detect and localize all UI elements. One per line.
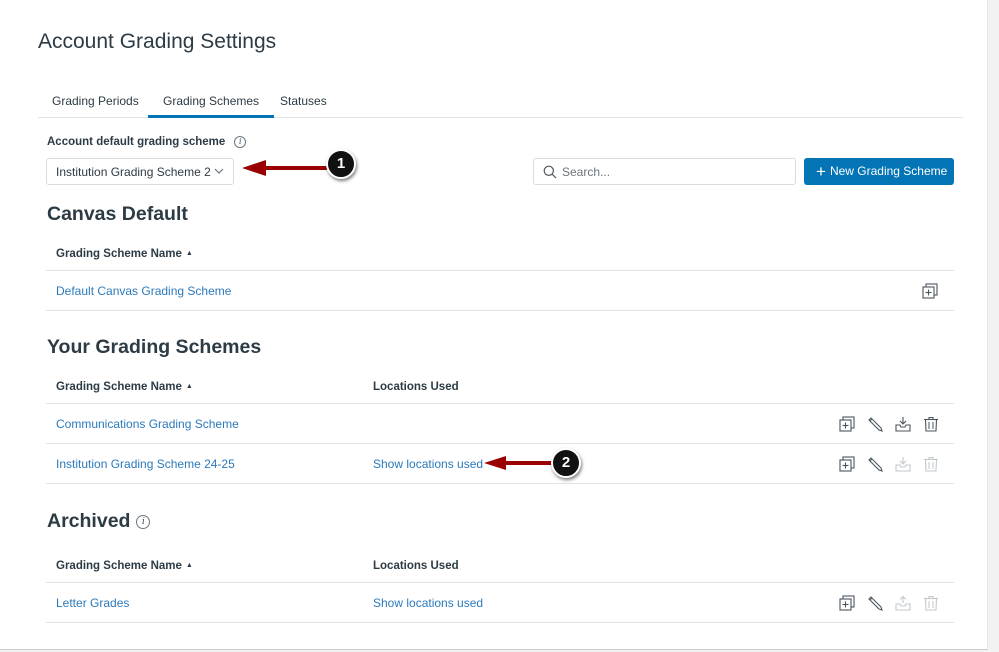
archived-table: Grading Scheme Name ▲ Locations Used Lett… — [46, 549, 954, 623]
duplicate-icon — [839, 456, 855, 472]
canvas-default-table: Grading Scheme Name ▲ Default Canvas Grad… — [46, 237, 954, 311]
scheme-name-link[interactable]: Institution Grading Scheme 24-25 — [56, 457, 235, 471]
column-header-name[interactable]: Grading Scheme Name ▲ — [56, 248, 193, 260]
table-row: Communications Grading Scheme — [46, 404, 954, 444]
search-icon — [543, 165, 557, 179]
edit-button[interactable] — [866, 415, 884, 433]
edit-button[interactable] — [866, 455, 884, 473]
sort-ascending-icon: ▲ — [185, 250, 193, 257]
duplicate-icon — [922, 283, 938, 299]
show-locations-used-link[interactable]: Show locations used — [373, 596, 483, 610]
tab-bar: Grading Periods Grading Schemes Statuses — [38, 88, 963, 118]
pencil-icon — [868, 596, 883, 611]
page-frame: Account Grading Settings Grading Periods… — [0, 0, 988, 650]
search-field[interactable] — [533, 158, 796, 185]
row-actions — [838, 415, 940, 433]
table-header: Grading Scheme Name ▲ — [46, 237, 954, 271]
duplicate-button[interactable] — [921, 282, 939, 300]
tab-statuses[interactable]: Statuses — [280, 94, 327, 118]
section-title-your-grading-schemes: Your Grading Schemes — [47, 336, 262, 358]
new-grading-scheme-button[interactable]: + New Grading Scheme — [804, 158, 954, 185]
annotation-arrow-1 — [242, 160, 336, 176]
unarchive-button-disabled — [894, 594, 912, 612]
annotation-badge-1: 1 — [326, 149, 356, 179]
duplicate-button[interactable] — [838, 415, 856, 433]
sort-ascending-icon: ▲ — [185, 383, 193, 390]
default-scheme-select[interactable]: Institution Grading Scheme 2 — [46, 158, 234, 185]
download-tray-icon — [895, 457, 911, 472]
trash-icon — [924, 595, 938, 611]
table-header: Grading Scheme Name ▲ Locations Used — [46, 370, 954, 404]
page-title: Account Grading Settings — [38, 30, 277, 53]
tab-grading-schemes[interactable]: Grading Schemes — [148, 94, 275, 118]
column-header-name[interactable]: Grading Scheme Name ▲ — [56, 381, 193, 393]
info-icon[interactable]: i — [234, 136, 247, 148]
chevron-down-icon — [214, 168, 224, 174]
pencil-icon — [868, 417, 883, 432]
duplicate-button[interactable] — [838, 455, 856, 473]
table-row: Letter Grades Show locations used — [46, 583, 954, 623]
new-grading-scheme-label: New Grading Scheme — [829, 163, 948, 178]
edit-button[interactable] — [866, 594, 884, 612]
annotation-arrow-2 — [484, 456, 556, 470]
duplicate-icon — [839, 416, 855, 432]
default-scheme-label-text: Account default grading scheme — [47, 136, 226, 149]
delete-button-disabled — [922, 594, 940, 612]
row-actions — [838, 594, 940, 612]
tab-grading-periods[interactable]: Grading Periods — [52, 94, 139, 118]
column-header-locations: Locations Used — [373, 560, 459, 572]
upload-tray-icon — [895, 595, 911, 611]
download-tray-icon — [895, 417, 911, 432]
info-icon[interactable]: i — [136, 514, 151, 529]
delete-button[interactable] — [922, 415, 940, 433]
show-locations-used-link[interactable]: Show locations used — [373, 457, 483, 471]
default-scheme-label: Account default grading scheme i — [47, 136, 247, 149]
section-title-canvas-default: Canvas Default — [47, 203, 188, 225]
duplicate-icon — [839, 595, 855, 611]
sort-ascending-icon: ▲ — [185, 562, 193, 569]
archive-button-disabled — [894, 455, 912, 473]
scheme-name-link[interactable]: Letter Grades — [56, 596, 129, 610]
trash-icon — [924, 456, 938, 472]
archive-button[interactable] — [894, 415, 912, 433]
default-scheme-selected-value: Institution Grading Scheme 2 — [56, 165, 211, 179]
row-actions — [838, 455, 940, 473]
plus-icon: + — [816, 161, 826, 181]
search-input[interactable] — [562, 163, 787, 181]
delete-button-disabled — [922, 455, 940, 473]
trash-icon — [924, 416, 938, 432]
column-header-name[interactable]: Grading Scheme Name ▲ — [56, 560, 193, 572]
section-title-archived: Archived i — [47, 510, 151, 533]
table-row: Default Canvas Grading Scheme — [46, 271, 954, 311]
scheme-name-link[interactable]: Default Canvas Grading Scheme — [56, 284, 231, 298]
pencil-icon — [868, 457, 883, 472]
column-header-locations: Locations Used — [373, 381, 459, 393]
scheme-name-link[interactable]: Communications Grading Scheme — [56, 417, 239, 431]
duplicate-button[interactable] — [838, 594, 856, 612]
annotation-badge-2: 2 — [551, 448, 581, 478]
table-header: Grading Scheme Name ▲ Locations Used — [46, 549, 954, 583]
